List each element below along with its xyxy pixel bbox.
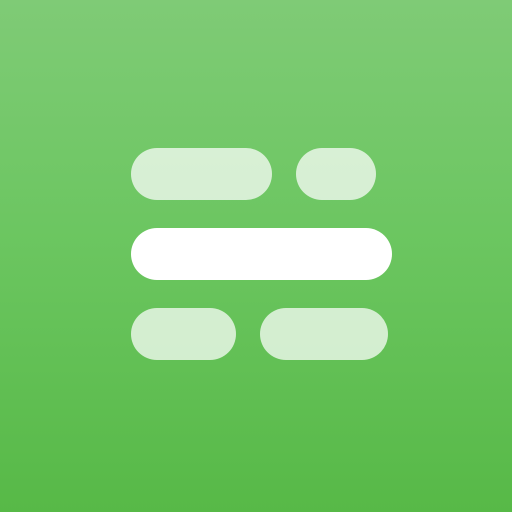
middle-highlighted-pill [131,228,392,280]
bottom-left-pill [131,308,236,360]
app-icon [0,0,512,512]
top-left-pill [131,148,272,200]
bottom-right-pill [260,308,388,360]
top-right-pill [296,148,376,200]
